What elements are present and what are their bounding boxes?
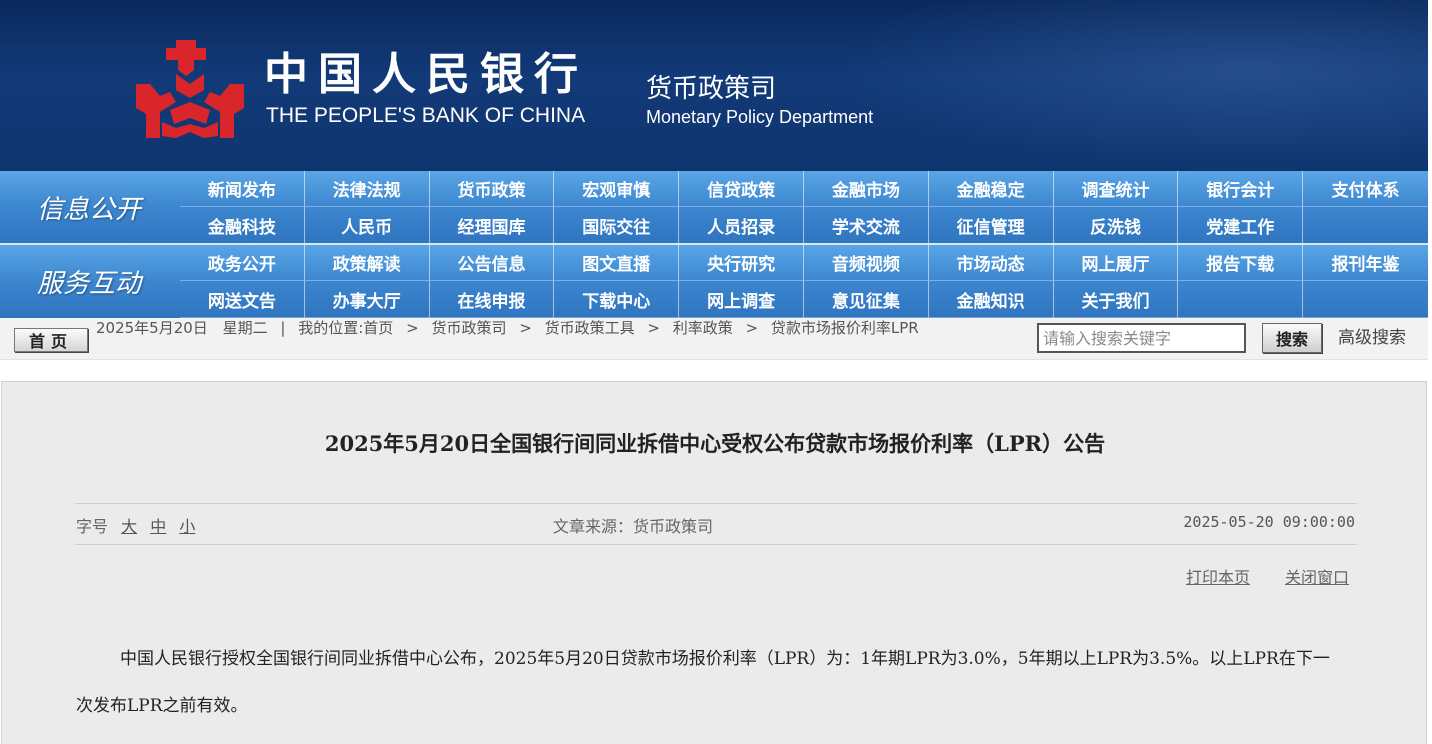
article-panel: 2025年5月20日全国银行间同业拆借中心受权公布贷款市场报价利率（LPR）公告… — [1, 381, 1427, 744]
header-banner: 中国人民银行 THE PEOPLE'S BANK OF CHINA 货币政策司 … — [0, 0, 1428, 171]
nav-item-report-download[interactable]: 报告下载 — [1178, 245, 1304, 281]
breadcrumb-separator: > — [406, 319, 419, 337]
article-source: 文章来源：货币政策司 — [553, 517, 714, 536]
font-size-label: 字号 — [76, 517, 109, 536]
nav-item-empty — [1178, 281, 1304, 318]
nav-item-treasury[interactable]: 经理国库 — [429, 207, 555, 244]
breadcrumb-separator: > — [519, 319, 532, 337]
nav-item-laws[interactable]: 法律法规 — [304, 171, 430, 207]
meta-divider — [75, 544, 1357, 545]
nav-item-monetary-policy[interactable]: 货币政策 — [429, 171, 555, 207]
nav-grid-service: 政务公开 政策解读 公告信息 图文直播 央行研究 音频视频 市场动态 网上展厅 … — [180, 245, 1428, 318]
article-date: 2025-05-20 09:00:00 — [1183, 513, 1355, 531]
breadcrumb-bar: 首页 2025年5月20日 星期二 | 我的位置:首页 > 货币政策司 > 货币… — [0, 318, 1428, 360]
nav-item-news[interactable]: 新闻发布 — [180, 171, 305, 207]
nav-item-service-hall[interactable]: 办事大厅 — [304, 281, 430, 318]
nav-item-bank-accounting[interactable]: 银行会计 — [1178, 171, 1304, 207]
nav-item-empty — [1303, 207, 1428, 244]
nav-item-credit-policy[interactable]: 信贷政策 — [679, 171, 804, 207]
nav-item-market-dynamics[interactable]: 市场动态 — [928, 245, 1054, 281]
breadcrumb-link-lpr[interactable]: 贷款市场报价利率LPR — [771, 319, 919, 337]
font-size-small[interactable]: 小 — [179, 517, 195, 536]
bank-name-en: THE PEOPLE'S BANK OF CHINA — [266, 104, 586, 127]
nav-item-payment-system[interactable]: 支付体系 — [1303, 171, 1428, 207]
advanced-search-link[interactable]: 高级搜索 — [1338, 326, 1406, 350]
nav-grid-info: 新闻发布 法律法规 货币政策 宏观审慎 信贷政策 金融市场 金融稳定 调查统计 … — [180, 171, 1428, 244]
nav-item-announcements[interactable]: 公告信息 — [429, 245, 555, 281]
breadcrumb-location[interactable]: 我的位置:首页 — [298, 319, 393, 337]
nav-item-financial-market[interactable]: 金融市场 — [803, 171, 929, 207]
pboc-logo-icon — [136, 40, 244, 138]
nav-item-audio-video[interactable]: 音频视频 — [803, 245, 929, 281]
breadcrumb-link-rate-policy[interactable]: 利率政策 — [673, 319, 733, 337]
nav-item-academic[interactable]: 学术交流 — [803, 207, 929, 244]
nav-item-survey-statistics[interactable]: 调查统计 — [1053, 171, 1179, 207]
current-date: 2025年5月20日 — [96, 319, 208, 337]
nav-item-documents[interactable]: 网送文告 — [180, 281, 305, 318]
nav-item-anti-money-laundering[interactable]: 反洗钱 — [1053, 207, 1179, 244]
breadcrumb-separator: > — [647, 319, 660, 337]
nav-item-yearbook[interactable]: 报刊年鉴 — [1303, 245, 1428, 281]
nav-item-about-us[interactable]: 关于我们 — [1053, 281, 1179, 318]
nav-item-party-building[interactable]: 党建工作 — [1178, 207, 1304, 244]
nav-band-title-service: 服务互动 — [36, 269, 141, 299]
nav-item-live-broadcast[interactable]: 图文直播 — [554, 245, 680, 281]
breadcrumb-link-dept[interactable]: 货币政策司 — [431, 319, 506, 337]
article-body: 中国人民银行授权全国银行间同业拆借中心公布，2025年5月20日贷款市场报价利率… — [76, 649, 1330, 716]
font-size-large[interactable]: 大 — [121, 517, 137, 536]
nav-item-policy-interpretation[interactable]: 政策解读 — [304, 245, 430, 281]
nav-band-service: 服务互动 政务公开 政策解读 公告信息 图文直播 央行研究 音频视频 市场动态 … — [0, 245, 1428, 318]
nav-item-rmb[interactable]: 人民币 — [304, 207, 430, 244]
nav-item-fintech[interactable]: 金融科技 — [180, 207, 305, 244]
bank-name-cn: 中国人民银行 — [264, 49, 588, 100]
search-input[interactable] — [1037, 323, 1246, 353]
print-page-link[interactable]: 打印本页 — [1186, 564, 1250, 588]
article-title: 2025年5月20日全国银行间同业拆借中心受权公布贷款市场报价利率（LPR）公告 — [324, 431, 1106, 456]
current-weekday: 星期二 — [222, 319, 268, 337]
nav-item-financial-knowledge[interactable]: 金融知识 — [928, 281, 1054, 318]
nav-item-credit-reference[interactable]: 征信管理 — [928, 207, 1054, 244]
breadcrumb: 2025年5月20日 星期二 | 我的位置:首页 > 货币政策司 > 货币政策工… — [96, 318, 1026, 339]
nav-item-empty — [1303, 281, 1428, 318]
search-button[interactable]: 搜索 — [1262, 323, 1322, 353]
breadcrumb-divider: | — [280, 319, 286, 337]
nav-item-online-filing[interactable]: 在线申报 — [429, 281, 555, 318]
font-size-control: 字号 大 中 小 — [76, 513, 195, 537]
nav-band-title-info: 信息公开 — [36, 195, 141, 225]
breadcrumb-link-tools[interactable]: 货币政策工具 — [545, 319, 635, 337]
font-size-medium[interactable]: 中 — [150, 517, 166, 536]
nav-item-opinion-collection[interactable]: 意见征集 — [803, 281, 929, 318]
breadcrumb-separator: > — [745, 319, 759, 337]
dept-name-en: Monetary Policy Department — [646, 107, 874, 127]
nav-item-download-center[interactable]: 下载中心 — [554, 281, 680, 318]
nav-item-financial-stability[interactable]: 金融稳定 — [928, 171, 1054, 207]
dept-name-cn: 货币政策司 — [646, 74, 777, 104]
nav-item-online-exhibition[interactable]: 网上展厅 — [1053, 245, 1179, 281]
nav-item-international[interactable]: 国际交往 — [554, 207, 680, 244]
close-window-link[interactable]: 关闭窗口 — [1285, 564, 1349, 588]
nav-item-macro-prudential[interactable]: 宏观审慎 — [554, 171, 680, 207]
nav-item-research[interactable]: 央行研究 — [679, 245, 804, 281]
nav-band-info: 信息公开 新闻发布 法律法规 货币政策 宏观审慎 信贷政策 金融市场 金融稳定 … — [0, 171, 1428, 244]
home-button[interactable]: 首页 — [14, 328, 88, 352]
meta-divider — [75, 503, 1357, 504]
nav-item-online-survey[interactable]: 网上调查 — [679, 281, 804, 318]
nav-item-recruitment[interactable]: 人员招录 — [679, 207, 804, 244]
nav-item-gov-affairs[interactable]: 政务公开 — [180, 245, 305, 281]
banner-glow — [828, 0, 1428, 171]
